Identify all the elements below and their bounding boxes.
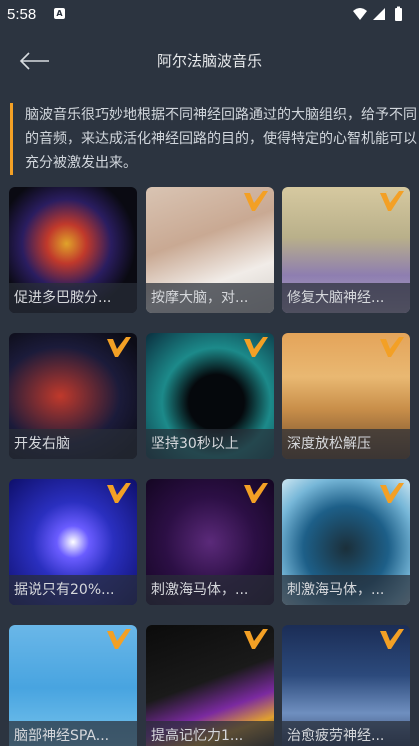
card-label: 刺激海马体，... [282,575,410,605]
music-card[interactable]: 治愈疲劳神经... [282,625,410,746]
status-icons [353,6,402,21]
vip-badge-icon [107,483,131,503]
music-card[interactable]: 开发右脑 [9,333,137,459]
page-title: 阿尔法脑波音乐 [156,52,262,70]
music-card[interactable]: 按摩大脑，对... [146,187,274,313]
card-label: 脑部神经SPA... [9,721,137,746]
vip-badge-icon [244,337,268,357]
music-card[interactable]: 修复大脑神经... [282,187,410,313]
signal-icon [373,8,385,20]
vip-badge-icon [380,629,404,649]
notification-icon: A [54,8,65,19]
vip-badge-icon [244,191,268,211]
intro-text: 脑波音乐很巧妙地根据不同神经回路通过的大脑组织，给予不同的音频，来达成活化神经回… [10,103,419,175]
music-card[interactable]: 刺激海马体，... [282,479,410,605]
card-label: 促进多巴胺分... [9,283,137,313]
card-label: 修复大脑神经... [282,283,410,313]
vip-badge-icon [380,337,404,357]
status-time: 5:58 [7,6,37,23]
card-label: 深度放松解压 [282,429,410,459]
music-grid: 促进多巴胺分... 按摩大脑，对... 修复大脑神经... 开发右脑 坚持30秒以上 深度… [9,187,410,746]
card-label: 据说只有20%... [9,575,137,605]
card-label: 开发右脑 [9,429,137,459]
card-label: 治愈疲劳神经... [282,721,410,746]
card-label: 刺激海马体，... [146,575,274,605]
status-bar: 5:58 A [0,0,419,30]
top-bar: 阿尔法脑波音乐 [0,30,419,92]
card-label: 提高记忆力1... [146,721,274,746]
wifi-icon [353,8,367,20]
vip-badge-icon [244,629,268,649]
music-card[interactable]: 深度放松解压 [282,333,410,459]
battery-icon [395,8,402,21]
vip-badge-icon [380,483,404,503]
music-card[interactable]: 提高记忆力1... [146,625,274,746]
vip-badge-icon [380,191,404,211]
card-label: 坚持30秒以上 [146,429,274,459]
vip-badge-icon [107,337,131,357]
card-label: 按摩大脑，对... [146,283,274,313]
music-card[interactable]: 促进多巴胺分... [9,187,137,313]
music-card[interactable]: 脑部神经SPA... [9,625,137,746]
music-card[interactable]: 据说只有20%... [9,479,137,605]
music-card[interactable]: 坚持30秒以上 [146,333,274,459]
music-card[interactable]: 刺激海马体，... [146,479,274,605]
vip-badge-icon [107,629,131,649]
vip-badge-icon [244,483,268,503]
